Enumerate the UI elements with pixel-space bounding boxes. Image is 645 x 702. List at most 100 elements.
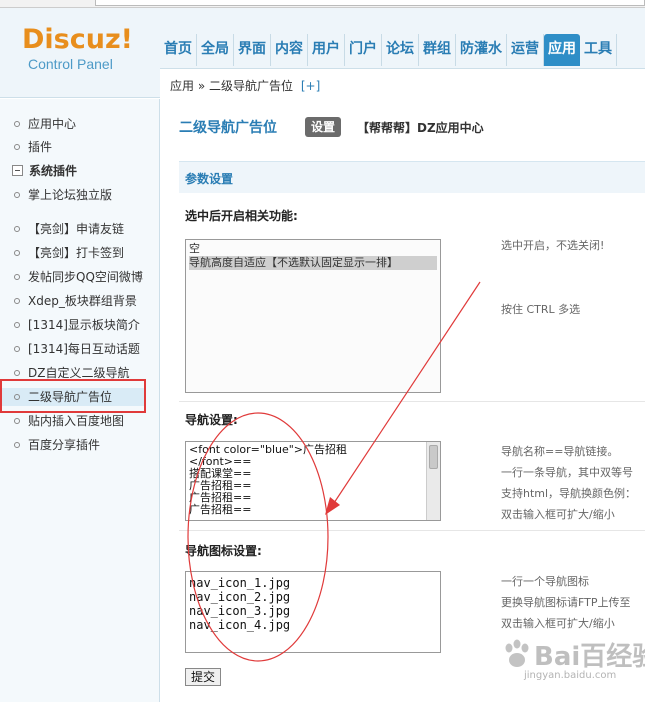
watermark-text: Bai百经验: [534, 642, 645, 672]
nav-apps[interactable]: 应用: [544, 34, 580, 66]
sidebar-item-label: 掌上论坛独立版: [28, 188, 113, 202]
sidebar-section-label: 系统插件: [29, 164, 78, 178]
sidebar-item-plugins[interactable]: 插件: [14, 138, 52, 156]
nav-home[interactable]: 首页: [160, 34, 197, 66]
sidebar-item-daily-topic[interactable]: [1314]每日互动话题: [14, 340, 140, 358]
sidebar-item-label: 发帖同步QQ空间微博: [28, 270, 143, 284]
sidebar-item-qq-sync[interactable]: 发帖同步QQ空间微博: [14, 268, 143, 286]
annotation-highlight-box: [0, 379, 146, 413]
bullet-icon: [14, 345, 20, 352]
divider: [179, 530, 645, 531]
bullet-icon: [14, 297, 20, 304]
feature-hint-ctrl: 按住 CTRL 多选: [501, 303, 581, 316]
logo-text: Discuz!: [22, 24, 133, 55]
sidebar-item-friend-links[interactable]: 【亮剑】申请友链: [14, 220, 124, 238]
feature-multiselect[interactable]: 空 导航高度自适应【不选默认固定显示一排】: [185, 239, 441, 393]
divider: [179, 401, 645, 402]
sidebar-item-label: Xdep_板块群组背景: [28, 294, 137, 308]
icon-hint-ftp: 更换导航图标请FTP上传至: [501, 596, 631, 609]
nav-hint-one-per-line: 一行一条导航，其中双等号: [501, 466, 633, 479]
sidebar-item-checkin[interactable]: 【亮剑】打卡签到: [14, 244, 124, 262]
icon-settings-textarea[interactable]: nav_icon_1.jpg nav_icon_2.jpg nav_icon_3…: [185, 571, 441, 653]
admin-page: Discuz! Control Panel 首页 全局 界面 内容 用户 门户 …: [0, 0, 645, 702]
submit-button[interactable]: 提交: [185, 668, 221, 686]
nav-groups[interactable]: 群组: [419, 34, 456, 66]
watermark-url: jingyan.baidu.com: [524, 670, 617, 681]
textarea-line: nav_icon_2.jpg: [189, 590, 291, 604]
sidebar-item-label: 应用中心: [28, 117, 77, 131]
nav-operations[interactable]: 运营: [507, 34, 544, 66]
bullet-icon: [14, 143, 20, 150]
nav-global[interactable]: 全局: [197, 34, 234, 66]
add-shortcut-link[interactable]: [+]: [301, 79, 320, 93]
header: Discuz! Control Panel 首页 全局 界面 内容 用户 门户 …: [0, 8, 645, 98]
nav-hint-html: 支持html，导航换颜色例：: [501, 487, 637, 500]
sidebar-item-xdep-background[interactable]: Xdep_板块群组背景: [14, 292, 137, 310]
icon-field-label: 导航图标设置:: [185, 544, 262, 558]
nav-field-label: 导航设置:: [185, 413, 238, 427]
bullet-icon: [14, 273, 20, 280]
sidebar-item-label: [1314]显示板块简介: [28, 318, 140, 332]
sidebar-item-baidu-share[interactable]: 百度分享插件: [14, 436, 100, 454]
nav-content[interactable]: 内容: [271, 34, 308, 66]
feature-option-none[interactable]: 空: [189, 242, 437, 256]
nav-hint-format: 导航名称==导航链接。: [501, 445, 619, 458]
sidebar-item-label: 【亮剑】打卡签到: [28, 246, 125, 260]
sidebar-item-mobile-forum[interactable]: 掌上论坛独立版: [14, 186, 112, 204]
nav-portal[interactable]: 门户: [345, 34, 382, 66]
sidebar-item-label: 插件: [28, 140, 53, 154]
sidebar-item-label: 百度分享插件: [28, 438, 101, 452]
paw-icon: [505, 639, 529, 667]
breadcrumb: 应用 » 二级导航广告位 [+]: [170, 77, 320, 94]
feature-option-auto-height[interactable]: 导航高度自适应【不选默认固定显示一排】: [189, 256, 437, 270]
browser-strip: [0, 0, 645, 8]
nav-interface[interactable]: 界面: [234, 34, 271, 66]
nav-antispam[interactable]: 防灌水: [456, 34, 507, 66]
breadcrumb-root[interactable]: 应用: [170, 79, 194, 93]
sidebar-item-label: 【亮剑】申请友链: [28, 222, 125, 236]
bullet-icon: [14, 225, 20, 232]
bullet-icon: [14, 369, 20, 376]
watermark: Bai百经验 jingyan.baidu.com: [498, 634, 645, 686]
bullet-icon: [14, 441, 20, 448]
textarea-line: nav_icon_1.jpg: [189, 576, 291, 590]
logo-subtitle: Control Panel: [28, 56, 113, 72]
nav-hint-dblclick: 双击输入框可扩大/缩小: [501, 508, 615, 521]
breadcrumb-separator: »: [197, 79, 206, 93]
sidebar-section-system-plugins[interactable]: 系统插件: [12, 162, 77, 180]
nav-users[interactable]: 用户: [308, 34, 345, 66]
sidebar-item-board-intro[interactable]: [1314]显示板块简介: [14, 316, 140, 334]
breadcrumb-bar: 应用 » 二级导航广告位 [+]: [160, 68, 645, 98]
top-nav: 首页 全局 界面 内容 用户 门户 论坛 群组 防灌水 运营 应用 工具: [160, 34, 617, 70]
scrollbar-thumb[interactable]: [429, 445, 438, 469]
nav-tools[interactable]: 工具: [580, 34, 617, 66]
bullet-icon: [14, 120, 20, 127]
feature-field-label: 选中后开启相关功能:: [185, 209, 298, 223]
bullet-icon: [14, 417, 20, 424]
app-center-link[interactable]: 【帮帮帮】DZ应用中心: [357, 119, 484, 136]
bullet-icon: [14, 249, 20, 256]
nav-settings-textarea[interactable]: <font color="blue">广告招租 </font>== 搭配课堂==…: [185, 441, 441, 521]
icon-hint-one-per-line: 一行一个导航图标: [501, 575, 589, 588]
settings-button[interactable]: 设置: [305, 117, 342, 137]
icon-hint-dblclick: 双击输入框可扩大/缩小: [501, 617, 615, 630]
browser-tab: [95, 0, 645, 6]
main-content: 二级导航广告位 设置 【帮帮帮】DZ应用中心 参数设置 选中后开启相关功能: 空…: [161, 99, 645, 702]
collapse-icon[interactable]: [12, 165, 23, 176]
feature-hint-toggle: 选中开启，不选关闭!: [501, 239, 605, 252]
sidebar-item-label: 贴内插入百度地图: [28, 414, 125, 428]
page-title: 二级导航广告位: [179, 120, 277, 136]
nav-forum[interactable]: 论坛: [382, 34, 419, 66]
sidebar-item-label: DZ自定义二级导航: [28, 366, 130, 380]
section-header: 参数设置: [179, 161, 645, 193]
textarea-scrollbar[interactable]: [426, 442, 440, 520]
textarea-line: nav_icon_3.jpg: [189, 604, 291, 618]
bullet-icon: [14, 321, 20, 328]
sidebar-item-baidu-map[interactable]: 贴内插入百度地图: [14, 412, 124, 430]
logo[interactable]: Discuz! Control Panel: [22, 24, 162, 72]
textarea-line: nav_icon_4.jpg: [189, 618, 291, 632]
sidebar-item-app-center[interactable]: 应用中心: [14, 115, 76, 133]
sidebar-item-label: [1314]每日互动话题: [28, 342, 140, 356]
section-title: 参数设置: [185, 172, 234, 186]
breadcrumb-current: 二级导航广告位: [209, 79, 294, 93]
